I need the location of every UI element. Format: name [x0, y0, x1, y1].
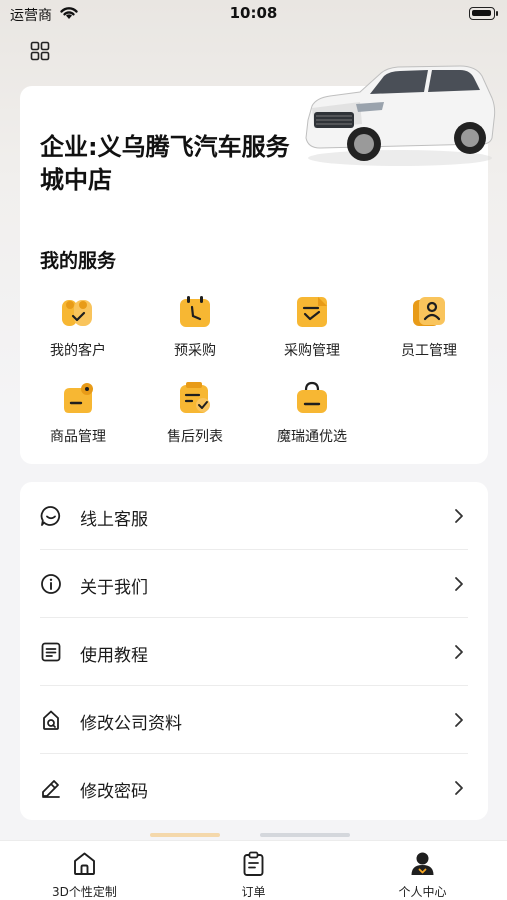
tab-orders[interactable]: 订单	[169, 841, 338, 900]
menu-label: 修改密码	[80, 782, 148, 802]
clipboard-icon	[243, 851, 264, 876]
service-label: 商品管理	[50, 429, 106, 445]
service-staff-management[interactable]: 员工管理	[374, 294, 484, 364]
document-icon	[41, 642, 61, 662]
status-bar: 运营商 10:08	[0, 0, 507, 30]
menu-label: 线上客服	[80, 510, 148, 530]
chat-bubble-icon	[40, 506, 61, 526]
tab-profile[interactable]: 个人中心	[338, 841, 507, 900]
clock: 10:08	[229, 4, 278, 22]
edit-company-icon	[43, 710, 59, 730]
grid-menu-icon[interactable]	[30, 41, 50, 61]
service-morui-selection[interactable]: 魔瑞通优选	[257, 380, 367, 450]
purchase-management-icon	[297, 297, 327, 327]
service-label: 售后列表	[167, 429, 223, 445]
chevron-right-icon	[455, 577, 463, 591]
staff-management-icon	[413, 297, 445, 326]
battery-icon	[469, 7, 498, 20]
service-purchase-management[interactable]: 采购管理	[257, 294, 367, 364]
service-label: 我的客户	[50, 343, 106, 359]
product-management-icon	[64, 383, 93, 413]
menu-item-about-us[interactable]: 关于我们	[20, 550, 488, 618]
service-my-customers[interactable]: 我的客户	[23, 294, 133, 364]
pre-purchase-icon	[180, 296, 210, 327]
tab-3d-customization[interactable]: 3D个性定制	[0, 841, 169, 900]
tab-label: 订单	[241, 885, 266, 899]
tab-bar: 3D个性定制 订单 个人中心	[0, 840, 507, 900]
car-image	[305, 65, 496, 166]
service-after-sales[interactable]: 售后列表	[140, 380, 250, 450]
menu-item-change-password[interactable]: 修改密码	[20, 754, 488, 822]
services-title: 我的服务	[40, 250, 117, 272]
tab-label: 3D个性定制	[52, 885, 117, 899]
service-label: 魔瑞通优选	[277, 429, 347, 445]
chevron-right-icon	[455, 781, 463, 795]
menu-item-tutorial[interactable]: 使用教程	[20, 618, 488, 686]
service-label: 员工管理	[401, 343, 457, 359]
chevron-right-icon	[455, 509, 463, 523]
service-label: 预采购	[174, 343, 216, 359]
service-product-management[interactable]: 商品管理	[23, 380, 133, 450]
tab-label: 个人中心	[398, 885, 447, 899]
chevron-right-icon	[455, 713, 463, 727]
info-icon	[41, 574, 61, 594]
edit-pencil-icon	[42, 780, 60, 798]
service-pre-purchase[interactable]: 预采购	[140, 294, 250, 364]
menu-item-edit-company[interactable]: 修改公司资料	[20, 686, 488, 754]
service-label: 采购管理	[284, 343, 340, 359]
customers-icon	[62, 300, 92, 326]
menu-label: 修改公司资料	[80, 714, 182, 734]
after-sales-icon	[180, 382, 210, 413]
menu-label: 关于我们	[80, 578, 148, 598]
profile-icon	[411, 852, 434, 875]
company-name: 企业:义乌腾飞汽车服务城中店	[40, 133, 290, 194]
home-icon	[74, 852, 95, 875]
menu-label: 使用教程	[80, 646, 148, 666]
shopping-bag-icon	[297, 381, 327, 413]
settings-menu: 线上客服 关于我们 使用教程 修改公司资料 修改密码	[20, 482, 488, 820]
chevron-right-icon	[455, 645, 463, 659]
decorative-strip	[150, 833, 350, 837]
menu-item-online-service[interactable]: 线上客服	[20, 482, 488, 550]
